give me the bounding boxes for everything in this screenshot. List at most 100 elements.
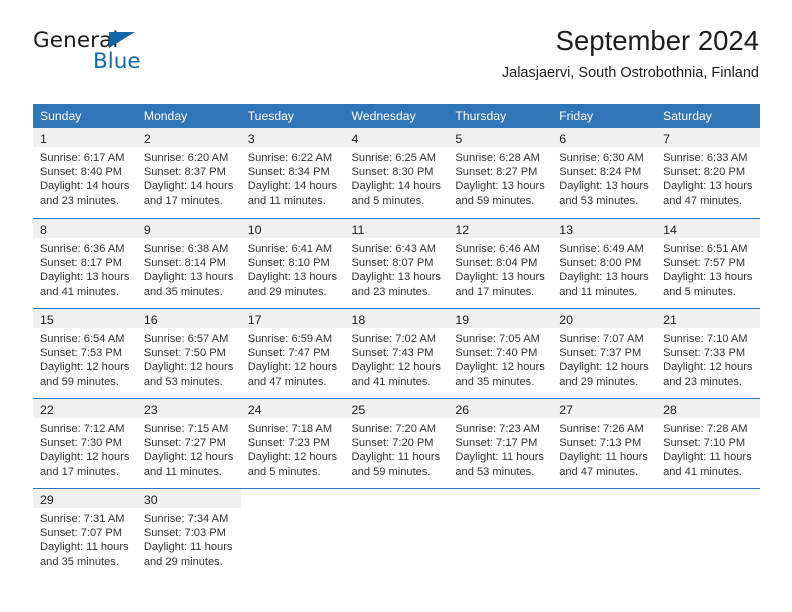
sunset-text: Sunset: 7:57 PM <box>663 257 746 270</box>
sunrise-text: Sunrise: 6:25 AM <box>351 152 437 164</box>
calendar-day-cell[interactable]: 10 Sunrise: 6:41 AM Sunset: 8:10 PM Dayligh… <box>240 218 345 308</box>
calendar-day-cell[interactable]: 29 Sunrise: 7:31 AM Sunset: 7:07 PM Dayligh… <box>33 488 137 578</box>
sunset-text: Sunset: 8:30 PM <box>351 166 434 179</box>
calendar-day-cell[interactable]: 13 Sunrise: 6:49 AM Sunset: 8:00 PM Dayligh… <box>552 218 657 308</box>
calendar-day-cell[interactable]: 30 Sunrise: 7:34 AM Sunset: 7:03 PM Dayligh… <box>136 488 241 578</box>
day-cell-inner: 3 Sunrise: 6:22 AM Sunset: 8:34 PM Daylight… <box>240 128 345 218</box>
daylight-text-line1: Daylight: 13 hours <box>559 271 649 284</box>
calendar-day-cell[interactable]: 9 Sunrise: 6:38 AM Sunset: 8:14 PM Daylight… <box>136 218 241 308</box>
calendar-day-cell[interactable]: 21 Sunrise: 7:10 AM Sunset: 7:33 PM Dayligh… <box>656 308 760 398</box>
calendar-day-cell[interactable]: 20 Sunrise: 7:07 AM Sunset: 7:37 PM Dayligh… <box>552 308 657 398</box>
general-blue-logo[interactable]: General Blue <box>33 28 243 80</box>
day-info: Sunrise: 6:51 AM Sunset: 7:57 PM Daylight:… <box>656 238 760 299</box>
calendar-day-cell[interactable]: 14 Sunrise: 6:51 AM Sunset: 7:57 PM Dayligh… <box>656 218 760 308</box>
day-info: Sunrise: 6:41 AM Sunset: 8:10 PM Daylight:… <box>241 238 345 299</box>
calendar-day-cell[interactable]: 16 Sunrise: 6:57 AM Sunset: 7:50 PM Dayligh… <box>136 308 241 398</box>
calendar-day-cell[interactable]: 8 Sunrise: 6:36 AM Sunset: 8:17 PM Daylight… <box>33 218 137 308</box>
sunset-text: Sunset: 7:10 PM <box>663 437 746 450</box>
daylight-text-line1: Daylight: 12 hours <box>247 361 338 374</box>
sunset-text: Sunset: 8:20 PM <box>663 166 746 179</box>
daylight-text-line2: and 5 minutes. <box>663 285 736 298</box>
calendar-page: General Blue September 2024 Jalasjaervi,… <box>0 0 792 612</box>
calendar-day-cell[interactable]: 7 Sunrise: 6:33 AM Sunset: 8:20 PM Daylight… <box>656 128 760 218</box>
day-number-band: 6 <box>552 128 657 147</box>
daylight-text-line2: and 17 minutes. <box>143 194 223 207</box>
day-info: Sunrise: 7:07 AM Sunset: 7:37 PM Daylight:… <box>552 328 656 389</box>
day-number-band: 21 <box>656 309 760 328</box>
day-number: 1 <box>40 132 47 146</box>
calendar-day-cell[interactable]: 15 Sunrise: 6:54 AM Sunset: 7:53 PM Dayligh… <box>33 308 137 398</box>
day-cell-inner: 22 Sunrise: 7:12 AM Sunset: 7:30 PM Dayligh… <box>33 398 137 488</box>
calendar-day-cell[interactable]: 28 Sunrise: 7:28 AM Sunset: 7:10 PM Dayligh… <box>656 398 760 488</box>
day-info: Sunrise: 7:12 AM Sunset: 7:30 PM Daylight:… <box>33 418 137 479</box>
sunset-text: Sunset: 7:43 PM <box>351 347 434 360</box>
day-cell-inner: 26 Sunrise: 7:23 AM Sunset: 7:17 PM Dayligh… <box>448 398 553 488</box>
daylight-text-line2: and 41 minutes. <box>351 375 431 388</box>
sunset-text: Sunset: 7:03 PM <box>143 527 226 540</box>
weekday-header-thursday: Thursday <box>448 104 553 128</box>
calendar-day-cell[interactable]: 11 Sunrise: 6:43 AM Sunset: 8:07 PM Dayligh… <box>344 218 449 308</box>
sunset-text: Sunset: 8:24 PM <box>559 166 642 179</box>
day-number: 18 <box>351 313 366 327</box>
calendar-day-cell[interactable]: 6 Sunrise: 6:30 AM Sunset: 8:24 PM Daylight… <box>552 128 657 218</box>
calendar-day-cell[interactable]: 18 Sunrise: 7:02 AM Sunset: 7:43 PM Dayligh… <box>344 308 449 398</box>
day-cell-inner: 18 Sunrise: 7:02 AM Sunset: 7:43 PM Dayligh… <box>344 308 449 398</box>
calendar-day-cell[interactable]: 12 Sunrise: 6:46 AM Sunset: 8:04 PM Dayligh… <box>448 218 553 308</box>
calendar-day-cell[interactable]: 25 Sunrise: 7:20 AM Sunset: 7:20 PM Dayligh… <box>344 398 449 488</box>
day-info <box>345 508 449 512</box>
daylight-text-line1: Daylight: 11 hours <box>663 451 752 464</box>
daylight-text-line1: Daylight: 13 hours <box>247 271 338 284</box>
calendar-container: Sunday Monday Tuesday Wednesday Thursday Frid… <box>33 104 760 578</box>
day-info: Sunrise: 7:26 AM Sunset: 7:13 PM Daylight:… <box>552 418 656 479</box>
calendar-day-cell[interactable]: 26 Sunrise: 7:23 AM Sunset: 7:17 PM Dayligh… <box>448 398 553 488</box>
day-cell-inner: 9 Sunrise: 6:38 AM Sunset: 8:14 PM Daylight… <box>136 218 241 308</box>
calendar-day-cell[interactable]: 24 Sunrise: 7:18 AM Sunset: 7:23 PM Dayligh… <box>240 398 345 488</box>
calendar-day-cell[interactable]: 4 Sunrise: 6:25 AM Sunset: 8:30 PM Daylight… <box>344 128 449 218</box>
calendar-day-cell[interactable]: 23 Sunrise: 7:15 AM Sunset: 7:27 PM Dayligh… <box>136 398 241 488</box>
day-info: Sunrise: 7:18 AM Sunset: 7:23 PM Daylight:… <box>241 418 345 479</box>
day-number: 17 <box>247 313 262 327</box>
day-number-band: 18 <box>344 309 449 328</box>
logo-text-blue: Blue <box>93 49 141 74</box>
day-number-band: 2 <box>136 128 241 147</box>
day-info: Sunrise: 7:10 AM Sunset: 7:33 PM Daylight:… <box>656 328 760 389</box>
sunrise-text: Sunrise: 7:26 AM <box>559 423 644 435</box>
daylight-text-line2: and 59 minutes. <box>455 194 535 207</box>
daylight-text-line1: Daylight: 12 hours <box>40 451 130 464</box>
day-number: 14 <box>663 223 677 237</box>
day-number-band: 22 <box>33 399 137 418</box>
calendar-day-cell[interactable]: 5 Sunrise: 6:28 AM Sunset: 8:27 PM Daylight… <box>448 128 553 218</box>
calendar-day-cell[interactable]: 19 Sunrise: 7:05 AM Sunset: 7:40 PM Dayligh… <box>448 308 553 398</box>
daylight-text-line1: Daylight: 14 hours <box>143 180 234 193</box>
daylight-text-line1: Daylight: 11 hours <box>559 451 648 464</box>
day-number: 12 <box>455 223 470 237</box>
calendar-day-cell[interactable]: 2 Sunrise: 6:20 AM Sunset: 8:37 PM Daylight… <box>136 128 241 218</box>
day-number: 3 <box>247 132 255 146</box>
day-number: 22 <box>40 403 54 417</box>
sunset-text: Sunset: 7:27 PM <box>143 437 226 450</box>
day-cell-inner: 16 Sunrise: 6:57 AM Sunset: 7:50 PM Dayligh… <box>136 308 241 398</box>
daylight-text-line1: Daylight: 12 hours <box>247 451 338 464</box>
weekday-header-sunday: Sunday <box>33 104 137 128</box>
day-cell-inner <box>448 488 553 578</box>
day-number: 13 <box>559 223 574 237</box>
calendar-day-cell[interactable]: 27 Sunrise: 7:26 AM Sunset: 7:13 PM Dayligh… <box>552 398 657 488</box>
sunrise-text: Sunrise: 6:57 AM <box>143 333 229 345</box>
daylight-text-line1: Daylight: 12 hours <box>455 361 545 374</box>
calendar-week-row: 15 Sunrise: 6:54 AM Sunset: 7:53 PM Dayligh… <box>33 308 760 398</box>
calendar-day-cell[interactable]: 3 Sunrise: 6:22 AM Sunset: 8:34 PM Daylight… <box>240 128 345 218</box>
calendar-day-cell[interactable]: 22 Sunrise: 7:12 AM Sunset: 7:30 PM Dayligh… <box>33 398 137 488</box>
day-number: 27 <box>559 403 574 417</box>
daylight-text-line1: Daylight: 14 hours <box>40 180 130 193</box>
day-number: 11 <box>351 223 365 237</box>
day-number: 26 <box>455 403 470 417</box>
calendar-day-cell-empty <box>240 488 345 578</box>
calendar-day-cell[interactable]: 17 Sunrise: 6:59 AM Sunset: 7:47 PM Dayligh… <box>240 308 345 398</box>
day-cell-inner: 24 Sunrise: 7:18 AM Sunset: 7:23 PM Dayligh… <box>240 398 345 488</box>
day-info: Sunrise: 6:43 AM Sunset: 8:07 PM Daylight:… <box>345 238 449 299</box>
sunset-text: Sunset: 7:20 PM <box>351 437 434 450</box>
calendar-day-cell[interactable]: 1 Sunrise: 6:17 AM Sunset: 8:40 PM Daylight… <box>33 128 137 218</box>
sunrise-text: Sunrise: 7:05 AM <box>455 333 540 345</box>
sunset-text: Sunset: 8:27 PM <box>455 166 538 179</box>
calendar-day-cell-empty <box>552 488 657 578</box>
